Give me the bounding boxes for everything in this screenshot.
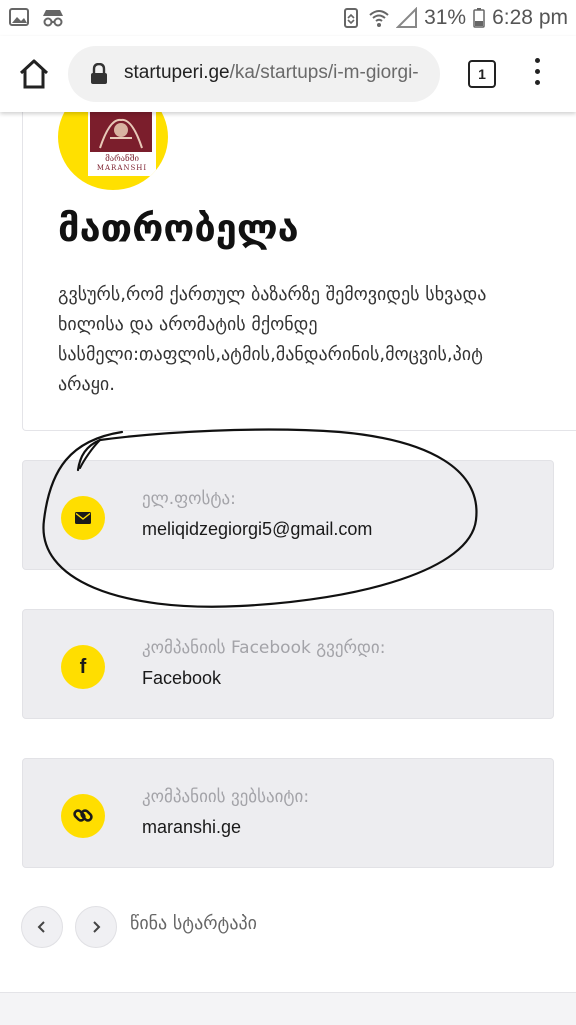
description-line: სასმელი:თაფლის,ატმის,მანდარინის,მოცვის,პ… — [58, 344, 483, 365]
lock-icon — [91, 63, 107, 84]
email-link[interactable]: meliqidzegiorgi5@gmail.com — [142, 519, 372, 540]
contact-label: კომპანიის Facebook გვერდი: — [142, 638, 386, 658]
next-button[interactable] — [75, 906, 117, 948]
url-text: startuperi.ge/ka/startups/i-m-giorgi- — [124, 62, 419, 84]
contact-facebook-row[interactable]: f კომპანიის Facebook გვერდი: Facebook — [22, 609, 554, 719]
previous-button[interactable] — [21, 906, 63, 948]
overflow-menu-icon[interactable] — [532, 58, 542, 90]
wifi-icon — [369, 10, 389, 27]
footer — [0, 992, 576, 1025]
contact-label: ელ.ფოსტა: — [142, 489, 236, 509]
facebook-link[interactable]: Facebook — [142, 668, 221, 689]
facebook-icon: f — [61, 645, 105, 689]
battery-percent: 31% — [424, 6, 467, 29]
website-link[interactable]: maranshi.ge — [142, 817, 241, 838]
contact-label: კომპანიის ვებსაიტი: — [142, 787, 310, 807]
sync-icon — [344, 8, 359, 28]
description-line: ხილისა და არომატის მქონდე — [58, 314, 318, 335]
description-line: გვსურს,რომ ქართულ ბაზარზე შემოვიდეს სხვა… — [58, 284, 487, 305]
contact-email-row[interactable]: ელ.ფოსტა: meliqidzegiorgi5@gmail.com — [22, 460, 554, 570]
signal-icon — [396, 7, 418, 28]
envelope-icon — [61, 496, 105, 540]
contact-website-row[interactable]: კომპანიის ვებსაიტი: maranshi.ge — [22, 758, 554, 868]
status-bar: 31% 6:28 pm — [0, 0, 576, 36]
clock: 6:28 pm — [492, 6, 568, 29]
previous-startup-label[interactable]: წინა სტარტაპი — [130, 913, 257, 934]
description-line: არაყი. — [58, 374, 115, 395]
startup-title: მათრობელა — [58, 206, 299, 250]
logo-text: მარანში — [105, 154, 139, 163]
gallery-notification-icon — [9, 8, 29, 26]
url-domain: startuperi.ge — [124, 62, 230, 83]
incognito-icon — [43, 10, 63, 27]
address-bar[interactable]: startuperi.ge/ka/startups/i-m-giorgi- — [68, 46, 440, 102]
chevron-left-icon — [37, 921, 45, 933]
tab-switcher-button[interactable]: 1 — [468, 60, 496, 88]
url-path: /ka/startups/i-m-giorgi- — [229, 62, 419, 83]
link-icon — [61, 794, 105, 838]
logo-illustration — [90, 108, 152, 152]
logo-text-latin: MARANSHI — [96, 164, 148, 172]
home-icon[interactable] — [16, 56, 52, 92]
chevron-right-icon — [93, 921, 101, 933]
browser-toolbar: startuperi.ge/ka/startups/i-m-giorgi- 1 — [0, 36, 576, 112]
battery-icon — [473, 8, 485, 28]
startup-description: გვსურს,რომ ქართულ ბაზარზე შემოვიდეს სხვა… — [58, 280, 576, 400]
